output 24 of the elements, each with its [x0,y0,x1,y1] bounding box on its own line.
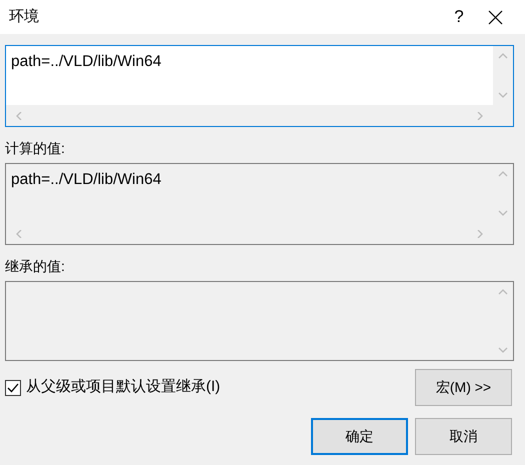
scroll-up-icon[interactable] [498,288,508,296]
field-value: path=../VLD/lib/Win64 [11,171,162,188]
scroll-right-icon[interactable] [475,230,485,238]
help-button[interactable]: ? [436,4,482,30]
macro-button[interactable]: 宏(M) >> [415,369,512,406]
field-label: 继承的值: [5,257,66,276]
field-label: 计算的值: [5,139,66,158]
readonly-text-area[interactable] [5,281,514,361]
scroll-left-icon[interactable] [14,230,24,238]
text-area[interactable]: path=../VLD/lib/Win64 [5,45,514,127]
close-icon[interactable] [488,10,503,24]
ok-button[interactable]: 确定 [311,418,408,455]
scroll-up-icon[interactable] [498,52,508,60]
cancel-button[interactable]: 取消 [415,418,512,455]
scroll-down-icon[interactable] [498,346,508,354]
scroll-right-icon[interactable] [475,112,485,120]
readonly-text-area[interactable]: path=../VLD/lib/Win64 [5,163,514,245]
scroll-up-icon[interactable] [498,170,508,178]
checkbox[interactable] [5,380,21,396]
checkbox-label[interactable]: 从父级或项目默认设置继承(I) [26,376,220,399]
scroll-left-icon[interactable] [14,112,24,120]
window-title: 环境 [9,6,39,27]
scroll-down-icon[interactable] [498,91,508,99]
scroll-down-icon[interactable] [498,209,508,217]
